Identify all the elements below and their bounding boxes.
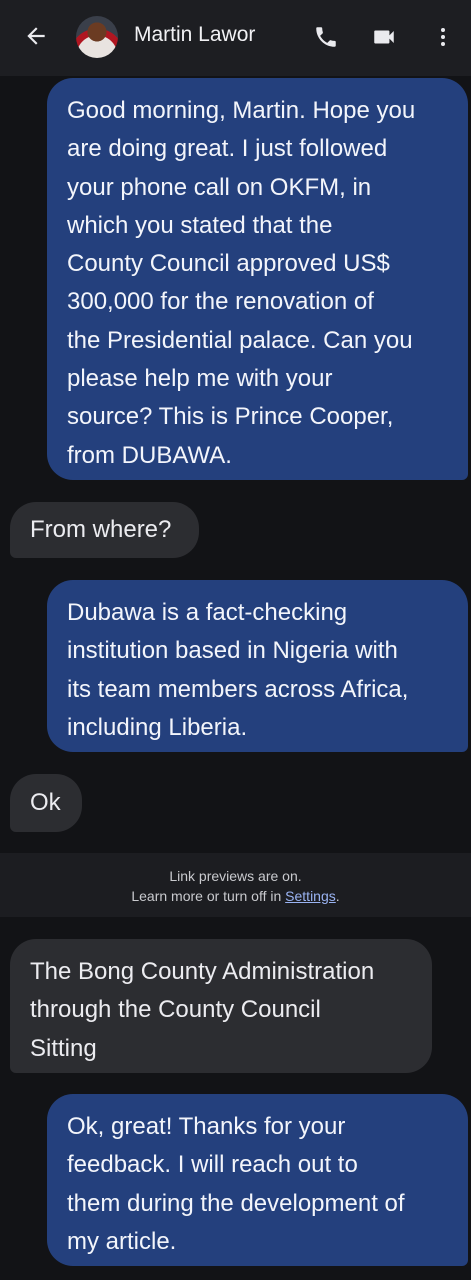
voice-call-button[interactable] (306, 18, 346, 56)
message-bubble-received[interactable]: From where? (10, 502, 199, 558)
more-vertical-icon (441, 28, 445, 46)
conversation-header: Martin Lawor (0, 0, 471, 76)
contact-avatar[interactable] (76, 16, 118, 58)
phone-icon (316, 27, 336, 47)
notice-line-1: Link previews are on. (169, 868, 302, 884)
message-bubble-sent[interactable]: Ok, great! Thanks for your feedback. I w… (47, 1094, 468, 1266)
arrow-left-icon (27, 27, 45, 45)
settings-link[interactable]: Settings (285, 888, 336, 904)
link-preview-notice: Link previews are on. Learn more or turn… (0, 853, 471, 917)
notice-text: Learn more or turn off in (131, 888, 286, 904)
video-call-button[interactable] (364, 18, 404, 56)
more-options-button[interactable] (426, 18, 460, 56)
message-bubble-received[interactable]: The Bong County Administration through t… (10, 939, 432, 1073)
back-button[interactable] (14, 16, 58, 56)
video-camera-icon (374, 30, 394, 44)
message-bubble-sent[interactable]: Good morning, Martin. Hope you are doing… (47, 78, 468, 480)
message-bubble-received[interactable]: Ok (10, 774, 82, 832)
message-bubble-sent[interactable]: Dubawa is a fact-checking institution ba… (47, 580, 468, 752)
contact-name[interactable]: Martin Lawor (134, 23, 255, 47)
notice-line-2: Learn more or turn off in Settings. (0, 886, 471, 906)
notice-period: . (335, 888, 340, 904)
